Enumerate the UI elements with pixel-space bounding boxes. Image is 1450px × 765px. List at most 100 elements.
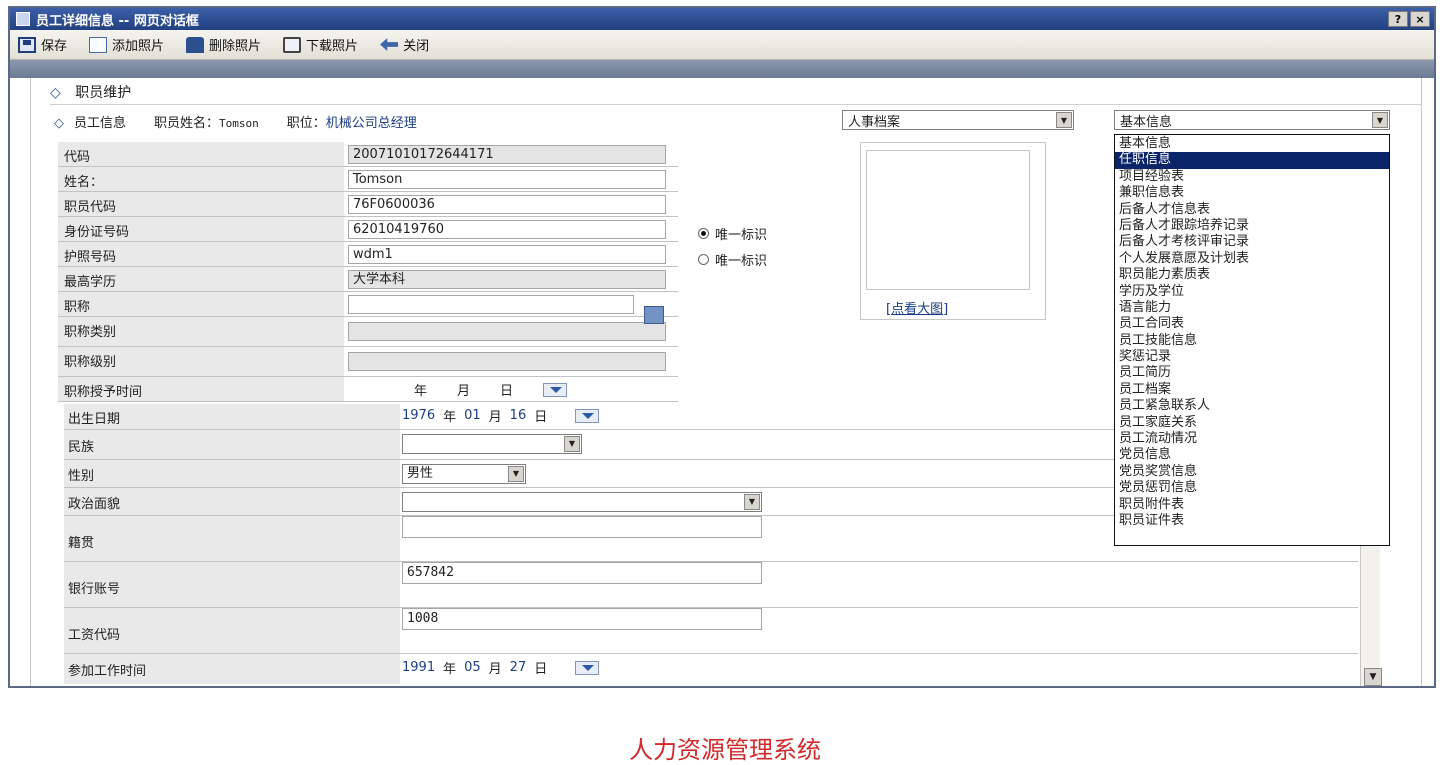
download-icon [283,36,302,53]
category-dropdown-list[interactable]: 基本信息 任职信息 项目经验表 兼职信息表 后备人才信息表 后备人才跟踪培养记录 后备人才考… [1114,134,1390,546]
divider [50,104,1422,105]
id-number-field[interactable]: 62010419760 [348,220,666,239]
window-title: 员工详细信息 -- 网页对话框 [36,13,199,29]
app-icon [16,12,30,26]
gender-select[interactable]: 男性 ▼ [402,464,526,484]
row-emp-code: 职员代码 76F0600036 [58,192,678,217]
political-select[interactable]: ▼ [402,492,762,512]
ethnic-select[interactable]: ▼ [402,434,582,454]
dropdown-option[interactable]: 兼职信息表 [1115,185,1389,201]
download-photo-button[interactable]: 下载照片 [283,35,358,54]
chevron-down-icon[interactable]: ▼ [564,436,580,452]
title-level-field [348,352,666,371]
education-field: 大学本科 [348,270,666,289]
header-strip [10,60,1434,78]
dropdown-option[interactable]: 职员能力素质表 [1115,267,1389,283]
name-label: 职员姓名： [154,116,220,131]
radio-unchecked-icon[interactable] [698,254,709,265]
diamond-icon: ◇ [54,116,64,131]
name-field[interactable]: Tomson [348,170,666,189]
add-photo-icon [89,36,108,53]
date-dropdown-icon[interactable] [575,408,600,423]
dropdown-option[interactable]: 后备人才跟踪培养记录 [1115,218,1389,234]
chevron-down-icon[interactable]: ▼ [1056,112,1072,128]
row-education: 最高学历 大学本科 [58,267,678,292]
hometown-input[interactable] [402,516,762,538]
row-code: 代码 20071010172644171 [58,142,678,167]
category-select[interactable]: 基本信息 ▼ [1114,110,1390,130]
title-lookup-button[interactable] [644,306,664,324]
caption: 人力资源管理系统 [629,736,821,764]
dropdown-option[interactable]: 语言能力 [1115,300,1389,316]
work-start-date-picker[interactable]: 1991 年 05 月 27 日 [402,658,600,677]
row-title-date: 职称授予时间 [58,377,678,402]
help-button[interactable]: ? [1388,11,1408,27]
chevron-down-icon[interactable]: ▼ [744,494,760,510]
dropdown-option[interactable]: 党员奖赏信息 [1115,464,1389,480]
dropdown-option[interactable]: 党员惩罚信息 [1115,480,1389,496]
salary-code-input[interactable]: 1008 [402,608,762,630]
title-field[interactable] [348,295,634,314]
row-id-number: 身份证号码 62010419760 [58,217,678,242]
chevron-down-icon[interactable]: ▼ [1372,112,1388,128]
dropdown-option[interactable]: 奖惩记录 [1115,349,1389,365]
info-label: 员工信息 [74,116,127,131]
dropdown-option[interactable]: 员工技能信息 [1115,333,1389,349]
dropdown-option[interactable]: 职员附件表 [1115,497,1389,513]
radio-checked-icon[interactable] [698,228,709,239]
row-title-type: 职称类别 [58,317,678,347]
toolbar: 保存 添加照片 删除照片 下载照片 关闭 [10,30,1434,60]
scrollbar[interactable] [1360,546,1380,686]
dropdown-option[interactable]: 员工紧急联系人 [1115,398,1389,414]
dropdown-option[interactable]: 个人发展意愿及计划表 [1115,251,1389,267]
passport-field[interactable]: wdm1 [348,245,666,264]
dialog-window: 员工详细信息 -- 网页对话框 ? × 保存 添加照片 删除照片 下载照片 关闭 [8,6,1436,688]
dropdown-option[interactable]: 员工流动情况 [1115,431,1389,447]
row-name: 姓名： Tomson [58,167,678,192]
delete-photo-icon [186,36,205,53]
delete-photo-button[interactable]: 删除照片 [186,35,261,54]
scroll-down-icon[interactable]: ▼ [1364,668,1382,686]
dropdown-option[interactable]: 基本信息 [1115,136,1389,152]
position-value: 机械公司总经理 [325,116,417,131]
close-arrow-icon [380,38,399,51]
dropdown-option[interactable]: 项目经验表 [1115,169,1389,185]
archive-select[interactable]: 人事档案 ▼ [842,110,1074,130]
emp-code-field[interactable]: 76F0600036 [348,195,666,214]
position-label: 职位： [286,116,326,131]
code-field: 20071010172644171 [348,145,666,164]
birth-date-picker[interactable]: 1976 年 01 月 16 日 [402,406,600,425]
row-work-start: 参加工作时间 [64,654,1358,684]
section-title: ◇ 职员维护 [50,85,132,101]
row-passport: 护照号码 wdm1 [58,242,678,267]
close-window-button[interactable]: × [1410,11,1430,27]
title-bar: 员工详细信息 -- 网页对话框 ? × [10,8,1434,30]
chevron-down-icon[interactable]: ▼ [508,466,524,482]
save-icon [18,36,36,53]
dropdown-option[interactable]: 员工家庭关系 [1115,415,1389,431]
dropdown-option[interactable]: 员工合同表 [1115,316,1389,332]
view-large-photo-link[interactable]: [点看大图] [886,298,948,317]
passport-unique-radio[interactable]: 唯一标识 [698,250,767,269]
employee-info-row: ◇ 员工信息 职员姓名：Tomson 职位：机械公司总经理 [54,112,417,131]
title-date-picker[interactable]: 年 月 日 [414,380,568,399]
close-button[interactable]: 关闭 [380,35,429,54]
dropdown-option[interactable]: 后备人才考核评审记录 [1115,234,1389,250]
row-title: 职称 [58,292,678,317]
dropdown-option[interactable]: 职员证件表 [1115,513,1389,529]
row-title-level: 职称级别 [58,347,678,377]
dropdown-option[interactable]: 后备人才信息表 [1115,202,1389,218]
dropdown-option[interactable]: 员工档案 [1115,382,1389,398]
date-dropdown-icon[interactable] [575,660,600,675]
id-unique-radio[interactable]: 唯一标识 [698,224,767,243]
dropdown-option[interactable]: 员工简历 [1115,365,1389,381]
bank-account-input[interactable]: 657842 [402,562,762,584]
dropdown-option[interactable]: 任职信息 [1115,152,1389,169]
diamond-icon: ◇ [50,85,61,101]
date-dropdown-icon[interactable] [543,382,568,397]
dropdown-option[interactable]: 党员信息 [1115,447,1389,463]
save-button[interactable]: 保存 [18,35,67,54]
dropdown-option[interactable]: 学历及学位 [1115,284,1389,300]
add-photo-button[interactable]: 添加照片 [89,35,164,54]
title-type-field [348,322,666,341]
